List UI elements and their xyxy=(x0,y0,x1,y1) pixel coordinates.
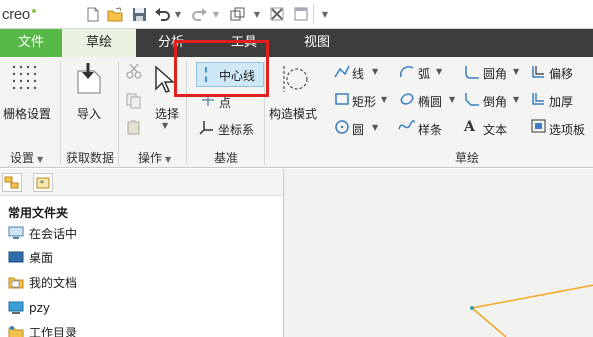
copy-icon[interactable] xyxy=(126,93,142,112)
ellipse-icon[interactable] xyxy=(399,92,415,109)
group-divider xyxy=(60,61,61,165)
chamfer-dropdown-icon[interactable]: ▼ xyxy=(513,95,519,104)
fillet-dropdown-icon[interactable]: ▼ xyxy=(513,67,519,76)
coordinate-system-button[interactable]: 坐标系 xyxy=(218,121,254,138)
monitor-icon xyxy=(8,226,24,240)
sketch-line[interactable] xyxy=(471,307,507,337)
computer-icon xyxy=(8,301,24,315)
window-icon[interactable] xyxy=(292,4,310,24)
folder-navigator: 常用文件夹 在会话中 桌面 我的文档 pzy 工作目录 xyxy=(0,196,283,337)
construction-mode-icon[interactable] xyxy=(280,62,310,99)
line-button[interactable]: 线 xyxy=(352,65,364,82)
nav-item-pzy[interactable]: pzy xyxy=(8,299,50,317)
tab-file[interactable]: 文件 xyxy=(0,29,62,57)
arc-icon[interactable] xyxy=(399,65,415,82)
datum-group-label: 基准 xyxy=(214,151,239,165)
import-icon[interactable] xyxy=(74,61,104,98)
undo-dropdown-icon[interactable]: ▼ xyxy=(173,4,183,24)
nav-item-label: 桌面 xyxy=(29,250,54,265)
tab-sketch[interactable]: 草绘 xyxy=(62,29,136,57)
chamfer-button[interactable]: 倒角 xyxy=(483,93,507,110)
nav-item-label: 工作目录 xyxy=(29,325,78,337)
rectangle-button[interactable]: 矩形 xyxy=(352,93,376,110)
nav-item-working-directory[interactable]: 工作目录 xyxy=(8,323,77,337)
select-dropdown-icon[interactable]: ▼ xyxy=(162,121,168,130)
ribbon-tab-bar: 文件 草绘 分析 工具 视图 xyxy=(0,29,593,57)
favorites-header: 常用文件夹 xyxy=(8,206,69,220)
sketch-line[interactable] xyxy=(471,284,593,309)
nav-item-label: 我的文档 xyxy=(29,275,78,290)
folder-browser-tab-icon[interactable]: * xyxy=(33,173,53,192)
grid-settings-button[interactable]: 栅格设置 xyxy=(3,105,51,122)
regenerate-dropdown-icon[interactable]: ▼ xyxy=(252,4,262,24)
setup-group-label[interactable]: 设置 ▼ xyxy=(10,149,43,166)
model-tree-tab-icon[interactable] xyxy=(2,173,22,192)
line-dropdown-icon[interactable]: ▼ xyxy=(372,67,378,76)
sketch-geometry xyxy=(470,284,593,337)
tab-view[interactable]: 视图 xyxy=(282,29,352,57)
working-folder-icon xyxy=(8,325,24,337)
fillet-button[interactable]: 圆角 xyxy=(483,65,507,82)
close-window-icon[interactable] xyxy=(268,4,286,24)
new-file-icon[interactable] xyxy=(84,4,102,24)
ellipse-dropdown-icon[interactable]: ▼ xyxy=(449,95,455,104)
desktop-icon xyxy=(8,250,24,264)
chamfer-icon[interactable] xyxy=(464,92,480,109)
get-data-group-label: 获取数据 xyxy=(66,151,115,165)
line-icon[interactable] xyxy=(334,65,350,82)
arc-button[interactable]: 弧 xyxy=(418,65,430,82)
rectangle-dropdown-icon[interactable]: ▼ xyxy=(381,95,387,104)
nav-item-label: pzy xyxy=(29,301,51,315)
construction-mode-button[interactable]: 构造模式 xyxy=(269,105,317,122)
grid-icon[interactable] xyxy=(10,63,40,96)
highlight-annotation xyxy=(174,40,269,97)
toolbar-divider xyxy=(313,5,314,23)
nav-item-desktop[interactable]: 桌面 xyxy=(8,248,53,266)
spline-icon[interactable] xyxy=(398,119,416,136)
circle-icon[interactable] xyxy=(334,119,350,138)
palette-icon[interactable] xyxy=(531,119,547,136)
fillet-icon[interactable] xyxy=(464,65,480,82)
offset-button[interactable]: 偏移 xyxy=(549,65,573,82)
paste-icon[interactable] xyxy=(126,119,142,138)
offset-icon[interactable] xyxy=(531,65,547,82)
select-cursor-icon[interactable] xyxy=(154,65,175,96)
regenerate-icon[interactable] xyxy=(229,4,247,24)
app-logo: creo xyxy=(2,6,36,23)
undo-icon[interactable] xyxy=(153,4,171,24)
navigator-tab-bar: * xyxy=(0,169,283,196)
rectangle-icon[interactable] xyxy=(334,92,350,109)
circle-dropdown-icon[interactable]: ▼ xyxy=(372,123,378,132)
ribbon-panel: 栅格设置 设置 ▼ 导入 获取数据 选择 ▼ 操作 ▼ 中心线 点 坐标系 基准 构… xyxy=(0,57,593,168)
palette-button[interactable]: 选项板 xyxy=(549,121,585,138)
text-tool-icon[interactable]: A xyxy=(464,119,475,135)
arc-dropdown-icon[interactable]: ▼ xyxy=(436,67,442,76)
svg-text:*: * xyxy=(40,179,44,188)
coordinate-system-icon[interactable] xyxy=(199,119,215,138)
cut-icon[interactable] xyxy=(126,63,142,82)
group-divider xyxy=(118,61,119,165)
select-button[interactable]: 选择 xyxy=(155,105,179,122)
ellipse-button[interactable]: 椭圆 xyxy=(418,93,442,110)
save-icon[interactable] xyxy=(130,4,148,24)
text-button[interactable]: 文本 xyxy=(483,121,507,138)
spline-button[interactable]: 样条 xyxy=(418,121,442,138)
nav-item-in-session[interactable]: 在会话中 xyxy=(8,224,77,242)
sketch-group-label: 草绘 xyxy=(455,151,480,165)
quick-access-toolbar: creo ▼ ▼ ▼ ▼ xyxy=(0,0,593,29)
redo-dropdown-icon[interactable]: ▼ xyxy=(211,4,221,24)
graphics-canvas[interactable] xyxy=(283,169,593,337)
thicken-button[interactable]: 加厚 xyxy=(549,93,573,110)
import-button[interactable]: 导入 xyxy=(77,105,101,122)
operations-group-label[interactable]: 操作 ▼ xyxy=(138,149,171,166)
open-file-icon[interactable] xyxy=(106,4,124,24)
sketch-vertex[interactable] xyxy=(470,306,474,310)
customize-toolbar-icon[interactable]: ▼ xyxy=(318,4,332,24)
redo-icon[interactable] xyxy=(191,4,209,24)
nav-item-my-documents[interactable]: 我的文档 xyxy=(8,273,77,291)
documents-folder-icon xyxy=(8,275,24,289)
circle-button[interactable]: 圆 xyxy=(352,121,364,138)
thicken-icon[interactable] xyxy=(531,92,547,109)
nav-item-label: 在会话中 xyxy=(29,226,78,241)
